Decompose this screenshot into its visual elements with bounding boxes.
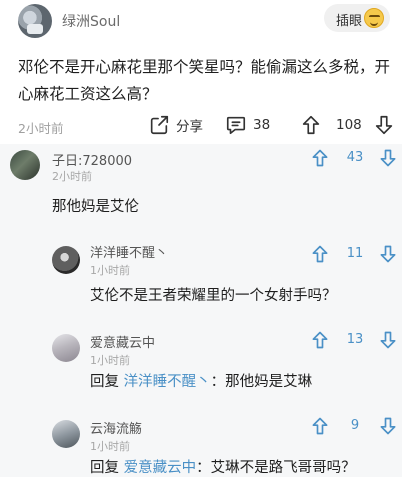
upvote-arrow-icon <box>300 114 322 136</box>
comment-text: 那他妈是艾伦 <box>52 199 139 215</box>
reply-text: ：那他妈是艾琳 <box>210 374 313 390</box>
post-header: 绿洲Soul 插眼 <box>0 0 402 40</box>
share-icon <box>148 114 170 136</box>
comment-section: 子日:728000 2小时前 43 那他妈是艾伦 洋洋睡不醒丶 1小时前 11 … <box>0 144 402 477</box>
post-title: 邓伦不是开心麻花里那个笑星吗？能偷漏这么多税，开心麻花工资这么高？ <box>18 58 391 103</box>
vote-count: 13 <box>346 332 364 347</box>
reply-mention[interactable]: 爱意藏云中 <box>124 460 197 476</box>
author-name[interactable]: 绿洲Soul <box>62 11 120 31</box>
downvote-arrow-icon <box>373 114 395 136</box>
post-time: 2小时前 <box>18 121 64 136</box>
upvote-arrow-icon[interactable] <box>310 416 330 440</box>
smiley-icon <box>364 8 384 28</box>
commenter-avatar[interactable] <box>52 246 80 274</box>
bookmark-button[interactable]: 插眼 <box>324 4 390 32</box>
comment-text: 回复 爱意藏云中：艾琳不是路飞哥哥吗？ <box>90 456 356 477</box>
comment-time: 1小时前 <box>90 354 130 367</box>
reply-prefix: 回复 <box>90 460 119 476</box>
comment-button[interactable]: 38 <box>225 112 270 138</box>
comment-time: 1小时前 <box>90 264 130 277</box>
comment-count: 38 <box>253 117 271 133</box>
downvote-arrow-icon[interactable] <box>378 330 398 354</box>
downvote-arrow-icon[interactable] <box>378 148 398 172</box>
comment-time: 2小时前 <box>52 170 92 183</box>
bookmark-label: 插眼 <box>336 14 363 29</box>
vote-count: 9 <box>350 418 360 433</box>
upvote-arrow-icon[interactable] <box>310 148 330 172</box>
vote-count: 43 <box>346 150 364 165</box>
upvote-arrow-icon[interactable] <box>310 330 330 354</box>
commenter-name[interactable]: 子日:728000 <box>52 150 132 169</box>
commenter-name[interactable]: 爱意藏云中 <box>90 332 155 351</box>
like-count: 108 <box>336 117 362 133</box>
reply-prefix: 回复 <box>90 374 119 390</box>
comment-icon <box>225 114 247 136</box>
downvote-arrow-icon[interactable] <box>378 416 398 440</box>
commenter-name[interactable]: 洋洋睡不醒丶 <box>90 242 168 261</box>
commenter-name[interactable]: 云海流觞 <box>90 418 142 437</box>
upvote-arrow-icon[interactable] <box>310 244 330 268</box>
commenter-avatar[interactable] <box>10 150 40 180</box>
reply-text: ：艾琳不是路飞哥哥吗？ <box>196 460 356 476</box>
comment-text: 回复 洋洋睡不醒丶：那他妈是艾琳 <box>90 370 312 391</box>
commenter-avatar[interactable] <box>52 420 80 448</box>
share-label: 分享 <box>176 119 203 135</box>
downvote-arrow-icon[interactable] <box>378 244 398 268</box>
reply-mention[interactable]: 洋洋睡不醒丶 <box>124 374 211 390</box>
downvote-button[interactable] <box>373 112 395 138</box>
commenter-avatar[interactable] <box>52 334 80 362</box>
upvote-button[interactable] <box>300 112 322 138</box>
comment-text: 艾伦不是王者荣耀里的一个女射手吗？ <box>90 288 337 304</box>
comment-time: 1小时前 <box>90 440 130 453</box>
author-avatar[interactable] <box>18 4 52 38</box>
vote-count: 11 <box>346 246 364 261</box>
share-button[interactable]: 分享 <box>148 112 203 138</box>
